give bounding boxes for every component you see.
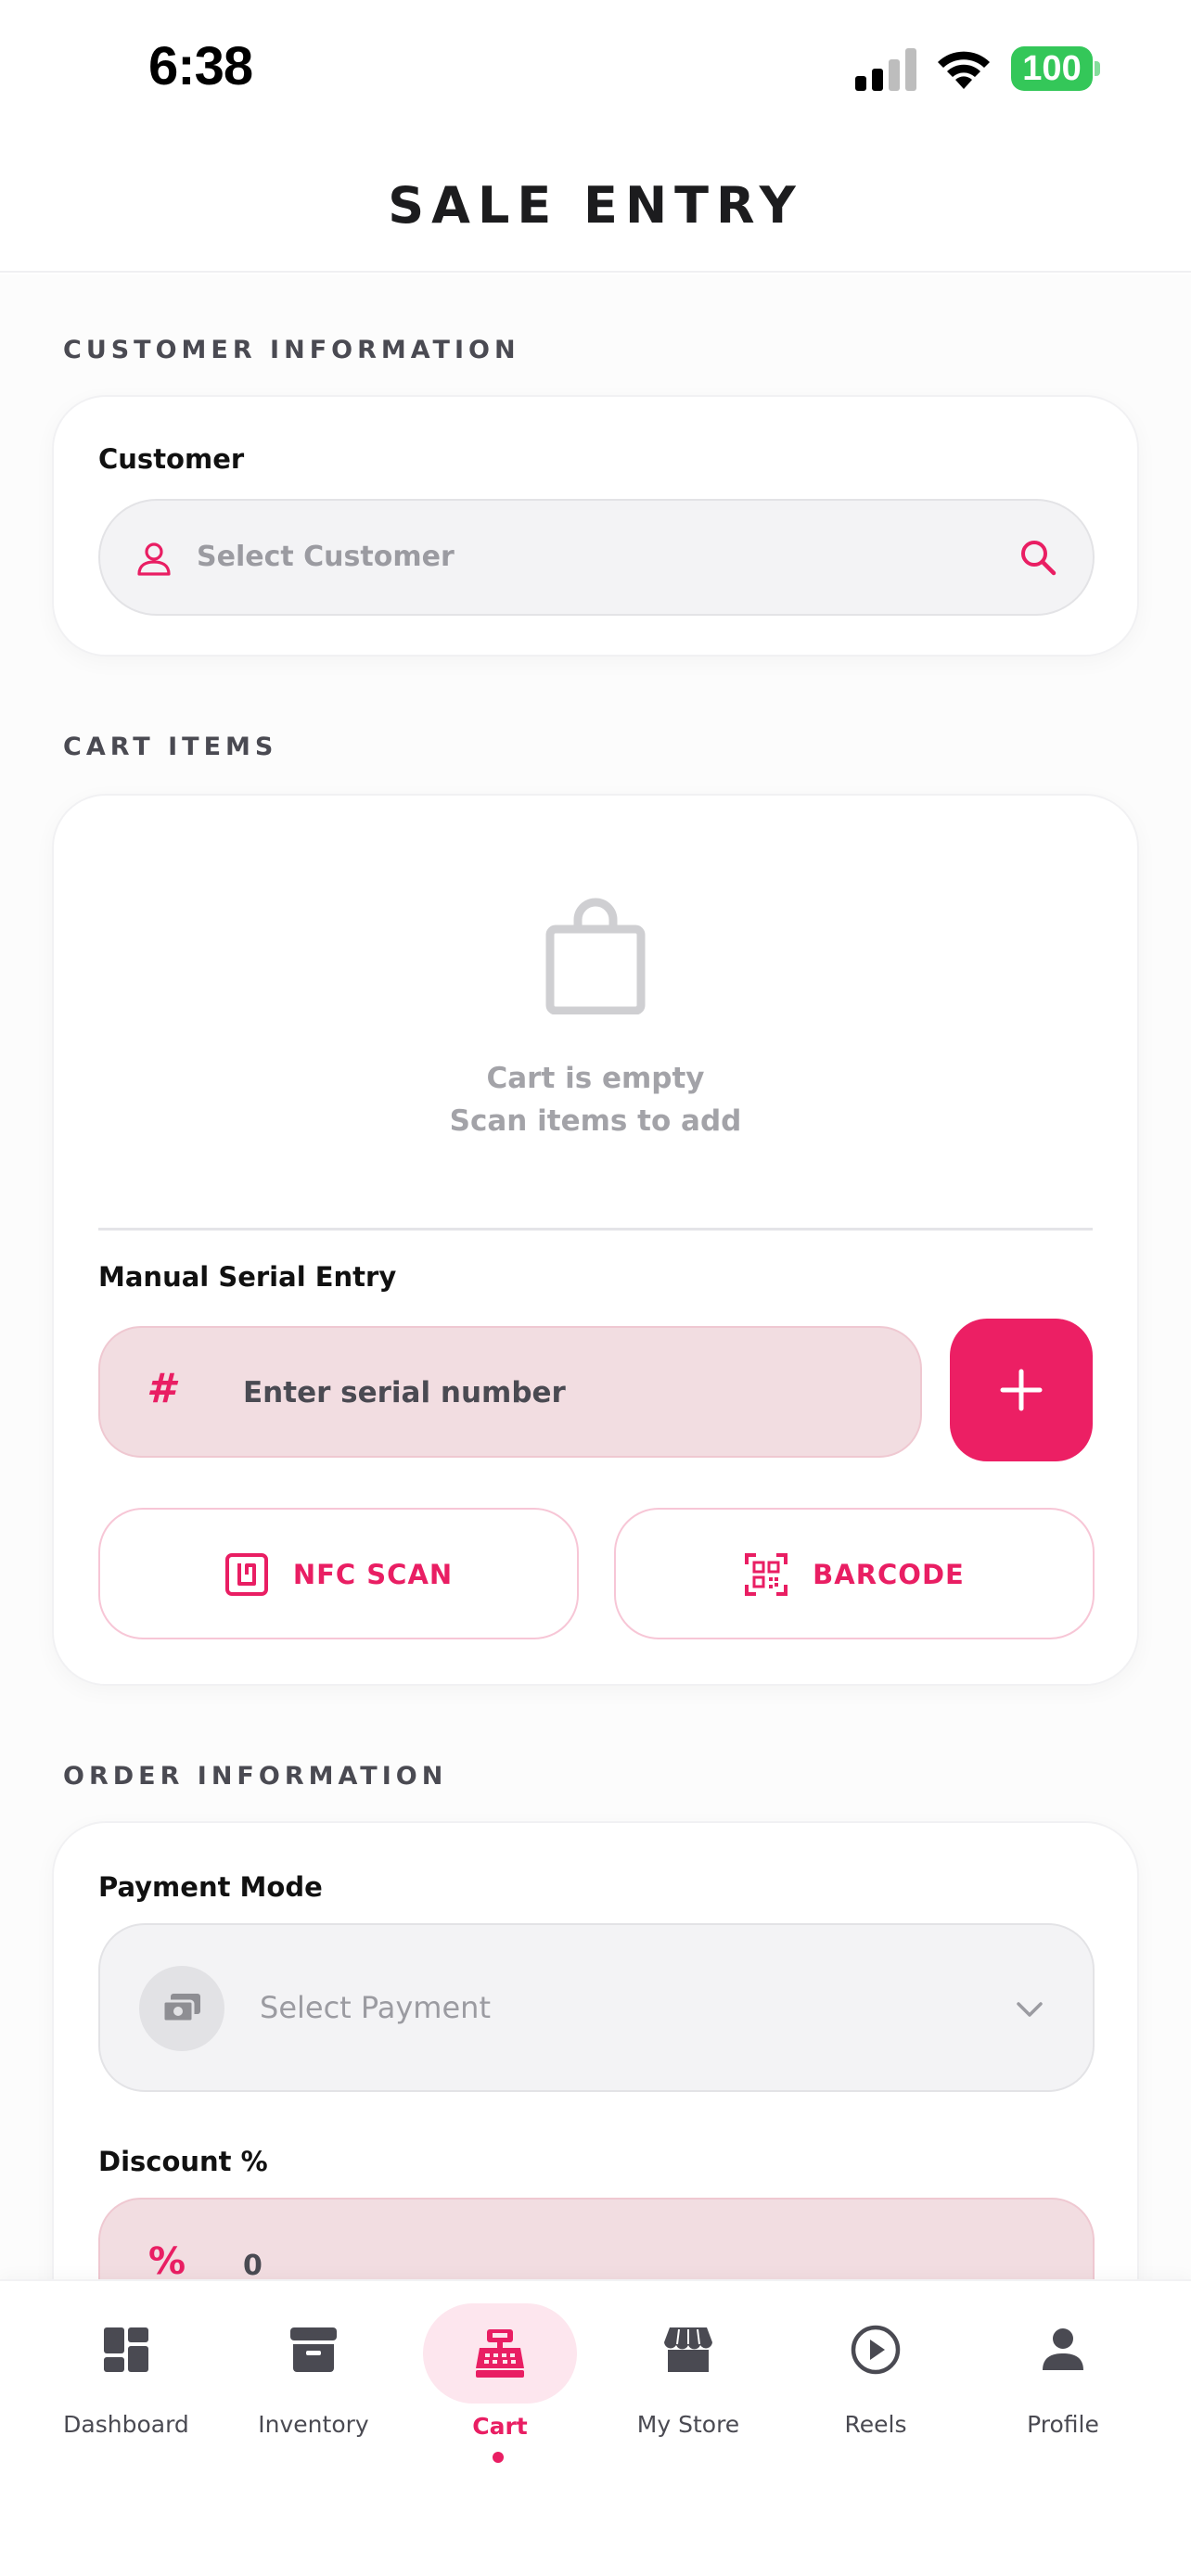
cash-register-icon [476, 2329, 524, 2378]
battery-level: 100 [1011, 46, 1093, 91]
wifi-icon [938, 51, 990, 89]
tab-label-reels: Reels [844, 2411, 907, 2438]
nfc-scan-label: NFC SCAN [292, 1559, 454, 1590]
person-icon [1043, 2328, 1083, 2370]
bottom-tab-bar: Dashboard Inventory Cart My Store Reels … [0, 2279, 1191, 2576]
store-icon [664, 2327, 712, 2372]
cart-divider [98, 1228, 1093, 1231]
customer-section-title: CUSTOMER INFORMATION [63, 336, 520, 364]
chevron-down-icon [1017, 2002, 1043, 2017]
tab-cart[interactable]: Cart [423, 2281, 605, 2467]
tab-dashboard[interactable]: Dashboard [35, 2281, 217, 2467]
shopping-bag-icon [545, 898, 646, 1014]
nfc-icon [224, 1553, 268, 1596]
discount-input[interactable]: % 0 [98, 2198, 1095, 2279]
active-tab-dot [493, 2452, 504, 2463]
play-circle-icon [851, 2325, 901, 2375]
battery-indicator: 100 [1011, 46, 1100, 91]
tab-label-profile: Profile [1027, 2411, 1099, 2438]
dashboard-icon [104, 2327, 148, 2372]
empty-cart-title: Cart is empty [486, 1062, 705, 1095]
cart-card: Cart is empty Scan items to add Manual S… [52, 794, 1139, 1686]
manual-serial-label: Manual Serial Entry [98, 1261, 397, 1293]
tab-inventory[interactable]: Inventory [223, 2281, 404, 2467]
barcode-scan-button[interactable]: BARCODE [614, 1508, 1095, 1639]
tab-label-cart: Cart [472, 2413, 528, 2440]
serial-number-input[interactable]: # Enter serial number [98, 1326, 922, 1458]
person-outline-icon [137, 542, 171, 576]
discount-label: Discount % [98, 2146, 268, 2177]
add-serial-button[interactable] [950, 1319, 1093, 1461]
plus-icon [1000, 1369, 1043, 1411]
payment-icon-badge [139, 1966, 224, 2051]
status-time: 6:38 [148, 36, 253, 96]
main-content[interactable]: CUSTOMER INFORMATION Customer Select Cus… [0, 274, 1191, 2279]
battery-tip [1095, 61, 1100, 76]
customer-field-label: Customer [98, 443, 245, 475]
page-header: SALE ENTRY [0, 139, 1191, 273]
customer-placeholder: Select Customer [197, 541, 455, 573]
qr-code-icon [745, 1553, 788, 1596]
payment-mode-label: Payment Mode [98, 1871, 323, 1903]
search-icon[interactable] [1018, 538, 1057, 577]
cellular-signal-icon [855, 48, 916, 91]
nfc-scan-button[interactable]: NFC SCAN [98, 1508, 579, 1639]
hash-icon: # [147, 1365, 175, 1412]
empty-cart-state: Cart is empty Scan items to add [54, 898, 1137, 1142]
serial-placeholder: Enter serial number [243, 1376, 566, 1409]
payment-mode-select[interactable]: Select Payment [98, 1923, 1095, 2092]
page-title: SALE ENTRY [388, 176, 803, 235]
percent-icon: % [148, 2240, 186, 2279]
cart-section-title: CART ITEMS [63, 733, 278, 761]
inventory-box-icon [290, 2327, 337, 2372]
empty-cart-subtitle: Scan items to add [449, 1104, 742, 1138]
payment-placeholder: Select Payment [260, 1990, 491, 2025]
cash-icon [161, 1994, 200, 2023]
status-bar: 6:38 100 [0, 0, 1191, 139]
customer-card: Customer Select Customer [52, 395, 1139, 657]
tab-reels[interactable]: Reels [785, 2281, 967, 2467]
tab-my-store[interactable]: My Store [597, 2281, 779, 2467]
tab-label-my-store: My Store [636, 2411, 740, 2438]
tab-profile[interactable]: Profile [972, 2281, 1154, 2467]
tab-label-dashboard: Dashboard [63, 2411, 189, 2438]
order-section-title: ORDER INFORMATION [63, 1762, 448, 1791]
order-card: Payment Mode Select Payment Discount % %… [52, 1821, 1139, 2279]
tab-label-inventory: Inventory [258, 2411, 369, 2438]
discount-value: 0 [243, 2250, 263, 2279]
customer-select-input[interactable]: Select Customer [98, 499, 1095, 616]
barcode-label: BARCODE [813, 1559, 965, 1590]
